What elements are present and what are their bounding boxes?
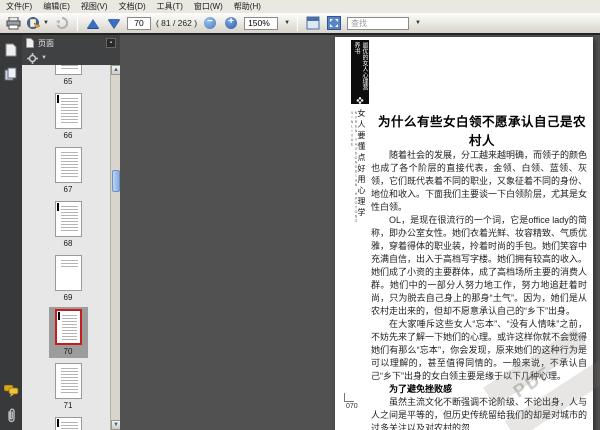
paragraph: OL，是现在很流行的一个词，它是office lady的简称，即办公室女性。她们… [371, 215, 588, 316]
toolbar-separator [297, 15, 299, 31]
thumbnail-scrollbar[interactable]: ▲ ▼ [110, 65, 120, 430]
page-number-input[interactable] [126, 16, 151, 30]
page-footer: 070 [344, 393, 358, 410]
book-banner-text: 最优的女人心理营养书 [353, 42, 367, 90]
page-thumbnail[interactable] [49, 415, 88, 430]
scroll-up-button[interactable]: ▲ [111, 65, 120, 75]
toolbar-separator [76, 15, 78, 31]
page-number: 070 [346, 403, 358, 410]
pdf-reader-window: 文件(F) 编辑(E) 视图(V) 文档(D) 工具(T) 窗口(W) 帮助(H… [0, 0, 600, 430]
paragraph: 在大家唾斥这些女人“忘本”、“没有人情味”之前，不妨先来了解一下她们的心理。或许… [371, 319, 588, 381]
menu-view[interactable]: 视图(V) [81, 1, 108, 12]
panel-options-button[interactable]: ▪ [106, 38, 116, 48]
chevron-down-icon: ▼ [43, 20, 49, 26]
fullscreen-icon[interactable] [326, 14, 342, 32]
navigation-tab-strip [0, 35, 22, 430]
menu-help[interactable]: 帮助(H) [234, 1, 261, 12]
toolbar: ▼ ( 81 / 262 ) − + 150% ▼ [0, 13, 600, 35]
print-icon[interactable] [5, 14, 21, 32]
series-title-vertical: 女人要懂点好用心理学 [357, 109, 366, 219]
pages-panel-header: 页面 ▪ [22, 35, 120, 51]
zoom-level-select[interactable]: 150% [244, 16, 279, 30]
menu-bar: 文件(F) 编辑(E) 视图(V) 文档(D) 工具(T) 窗口(W) 帮助(H… [0, 0, 600, 13]
menu-edit[interactable]: 编辑(E) [43, 1, 70, 12]
menu-tools[interactable]: 工具(T) [157, 1, 183, 12]
menu-window[interactable]: 窗口(W) [194, 1, 223, 12]
section-subheading: 为了避免挫败感 [389, 384, 453, 394]
search-dropdown-icon[interactable]: ▼ [415, 20, 421, 26]
scroll-down-button[interactable]: ▼ [111, 420, 120, 430]
comments-tab-icon[interactable] [2, 382, 20, 400]
bookmarks-tab-icon[interactable] [2, 65, 20, 83]
next-page-button[interactable] [106, 14, 122, 32]
document-view[interactable]: 最优的女人心理营养书 NVREN YAODONGDIAN HAOYONG XIN… [120, 35, 600, 430]
pages-panel-title: 页面 [38, 38, 54, 48]
menu-document[interactable]: 文档(D) [119, 1, 146, 12]
thumbnail-list: 65 66 67 68 69 70 71 ▲ ▼ [22, 65, 120, 430]
page-thumbnail[interactable]: 69 [49, 253, 88, 304]
scrollbar-thumb[interactable] [112, 170, 120, 192]
pages-panel-toolbar: ▼ [22, 51, 120, 65]
book-banner: 最优的女人心理营养书 [351, 40, 369, 104]
pages-panel: 页面 ▪ ▼ 65 66 67 68 69 70 71 ▲ ▼ [22, 35, 120, 430]
zoom-dropdown-icon[interactable]: ▼ [284, 20, 290, 26]
page-thumbnail-selected[interactable]: 70 [48, 307, 88, 358]
pages-tab-icon[interactable] [2, 41, 20, 59]
page-thumbnail[interactable]: 71 [49, 361, 88, 412]
chapter-heading: 为什么有些女白领不愿承认自己是农村人 [377, 115, 586, 148]
gear-dropdown-icon[interactable]: ▼ [41, 55, 47, 61]
paragraph: 随着社会的发展，分工越来越明确，而领子的颜色也成了各个阶层的直接代表，金领、白领… [371, 150, 588, 212]
page-thumbnail[interactable]: 65 [49, 65, 88, 88]
flower-icon [356, 97, 364, 104]
page-thumbnail[interactable]: 68 [49, 199, 88, 250]
body-text: 随着社会的发展，分工越来越明确，而领子的颜色也成了各个阶层的直接代表，金领、白领… [371, 149, 587, 430]
page-count-label: ( 81 / 262 ) [155, 18, 198, 28]
menu-file[interactable]: 文件(F) [6, 1, 32, 12]
corner-mark [344, 393, 354, 402]
zoom-out-button[interactable]: − [202, 14, 218, 32]
search-input[interactable] [347, 16, 410, 30]
page-thumbnail[interactable]: 66 [49, 91, 88, 142]
previous-page-button[interactable] [85, 14, 101, 32]
paragraph: 虽然主流文化不断强调不论阶级、不论出身，人与人之间是平等的，但历史传统留给我们的… [371, 397, 588, 430]
zoom-in-button[interactable]: + [223, 14, 239, 32]
undo-icon[interactable] [54, 14, 70, 32]
page-thumbnail[interactable]: 67 [49, 145, 88, 196]
page-icon [26, 38, 34, 48]
gear-icon[interactable] [27, 52, 38, 64]
export-icon[interactable]: ▼ [26, 14, 49, 32]
document-page: 最优的女人心理营养书 NVREN YAODONGDIAN HAOYONG XIN… [335, 37, 600, 430]
page-layout-icon[interactable] [305, 14, 321, 32]
attachments-tab-icon[interactable] [2, 406, 20, 424]
